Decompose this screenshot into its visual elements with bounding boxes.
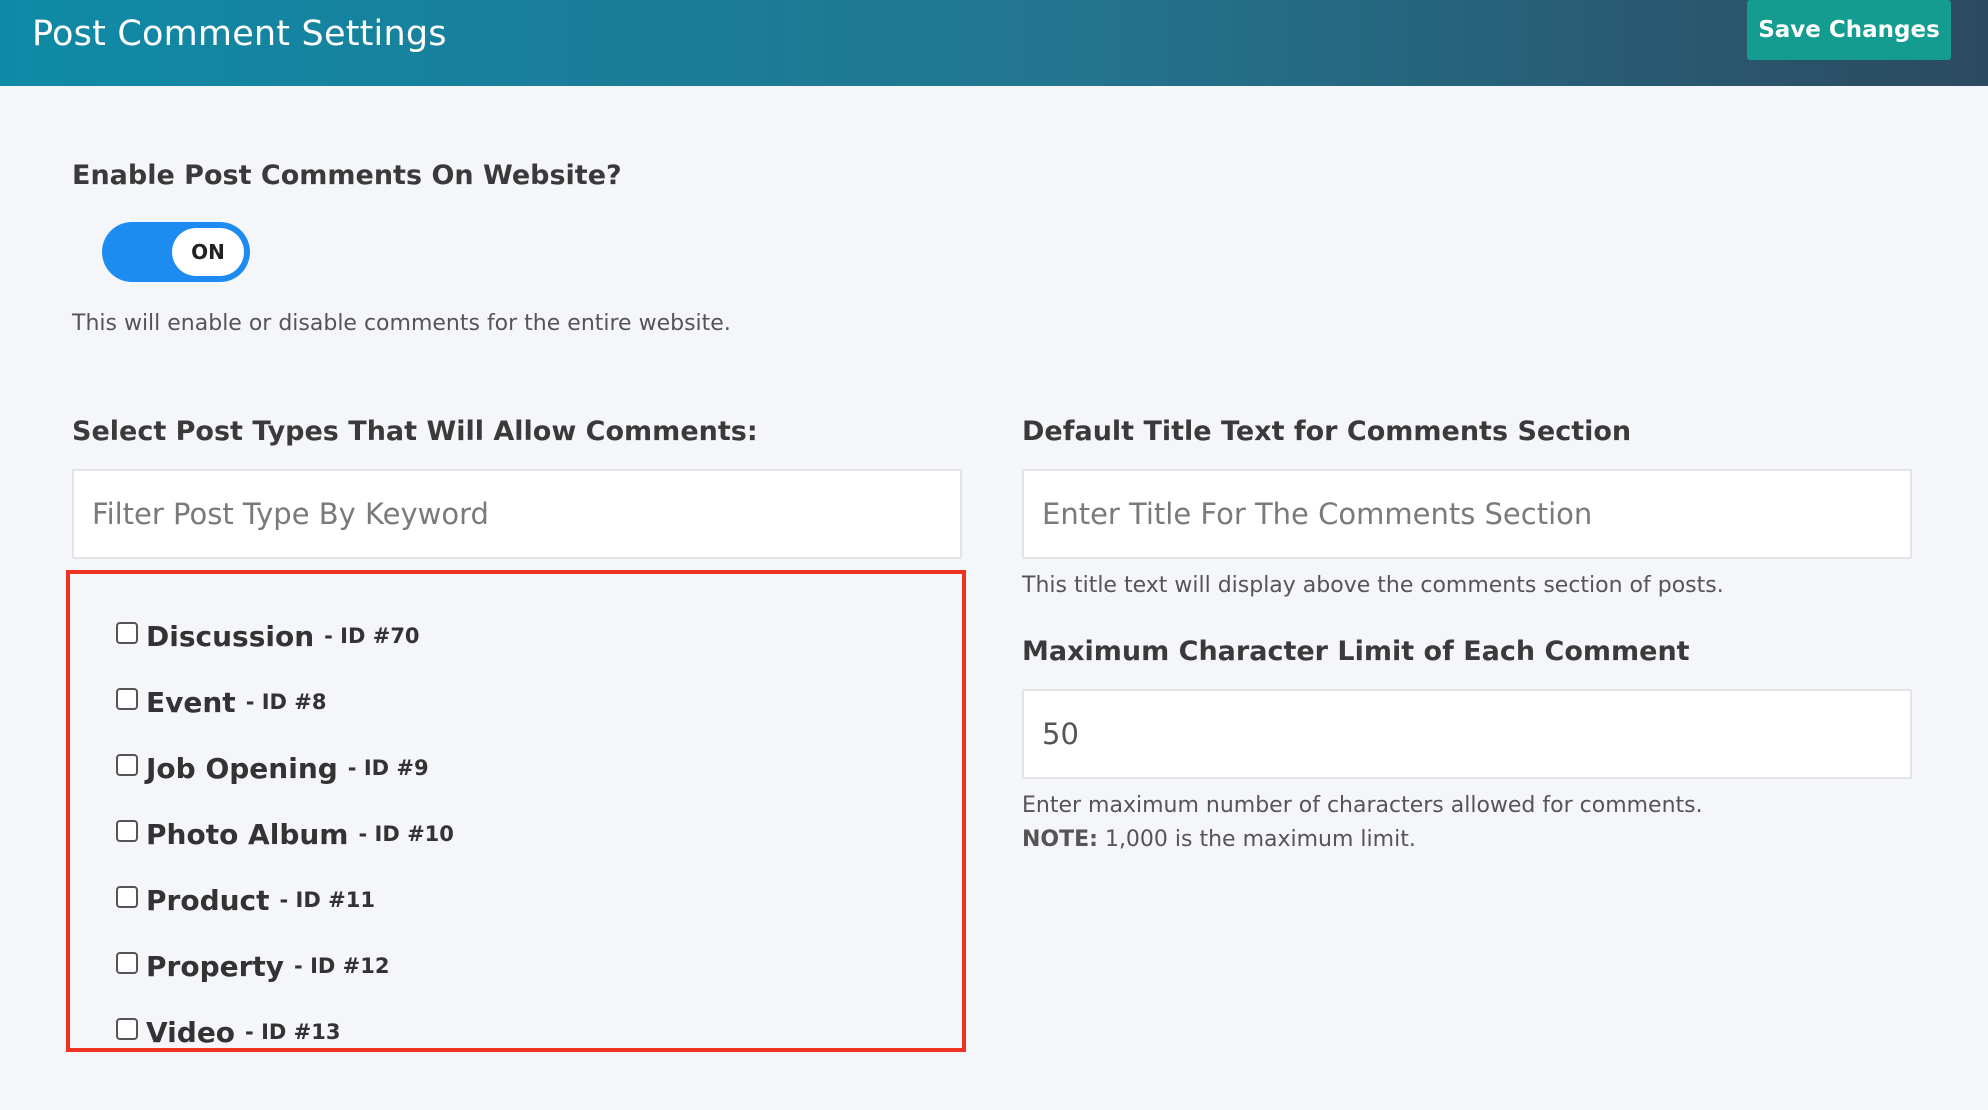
page-header: Post Comment Settings Save Changes <box>0 0 1988 86</box>
title-text-label: Default Title Text for Comments Section <box>1022 416 1632 447</box>
post-type-id: - ID #10 <box>358 822 454 846</box>
title-text-help: This title text will display above the c… <box>1022 573 1724 598</box>
enable-comments-toggle[interactable]: ON <box>102 222 250 282</box>
comments-title-input[interactable] <box>1022 469 1912 559</box>
checkbox[interactable] <box>116 622 138 644</box>
post-types-label: Select Post Types That Will Allow Commen… <box>72 416 758 447</box>
post-type-name: Video <box>146 1015 236 1049</box>
post-types-list: Discussion - ID #70 Event - ID #8 Job Op… <box>66 570 966 1052</box>
checkbox[interactable] <box>116 952 138 974</box>
post-type-name: Event <box>146 685 236 719</box>
checkbox[interactable] <box>116 688 138 710</box>
post-type-item-property[interactable]: Property - ID #12 <box>116 946 389 986</box>
post-type-item-photo-album[interactable]: Photo Album - ID #10 <box>116 814 454 854</box>
post-type-id: - ID #70 <box>324 624 420 648</box>
toggle-state-label: ON <box>172 228 244 276</box>
post-type-item-job-opening[interactable]: Job Opening - ID #9 <box>116 748 429 788</box>
enable-comments-help: This will enable or disable comments for… <box>72 311 731 336</box>
page-title: Post Comment Settings <box>32 14 447 54</box>
char-limit-help: Enter maximum number of characters allow… <box>1022 793 1703 818</box>
checkbox[interactable] <box>116 754 138 776</box>
post-type-name: Job Opening <box>146 751 338 785</box>
post-type-name: Product <box>146 883 270 917</box>
post-type-item-discussion[interactable]: Discussion - ID #70 <box>116 616 420 656</box>
checkbox[interactable] <box>116 886 138 908</box>
enable-comments-label: Enable Post Comments On Website? <box>72 160 622 191</box>
char-limit-note: NOTE: 1,000 is the maximum limit. <box>1022 827 1416 852</box>
post-type-name: Property <box>146 949 285 983</box>
char-limit-label: Maximum Character Limit of Each Comment <box>1022 636 1690 667</box>
post-type-id: - ID #11 <box>279 888 375 912</box>
post-type-item-video[interactable]: Video - ID #13 <box>116 1012 341 1049</box>
filter-post-type-input[interactable] <box>72 469 962 559</box>
post-type-id: - ID #12 <box>294 954 390 978</box>
char-limit-input[interactable] <box>1022 689 1912 779</box>
post-type-item-product[interactable]: Product - ID #11 <box>116 880 375 920</box>
save-changes-button[interactable]: Save Changes <box>1747 0 1951 60</box>
note-label: NOTE: <box>1022 827 1098 852</box>
post-type-id: - ID #9 <box>347 756 429 780</box>
post-type-name: Photo Album <box>146 817 349 851</box>
post-type-id: - ID #8 <box>245 690 327 714</box>
checkbox[interactable] <box>116 1018 138 1040</box>
note-text: 1,000 is the maximum limit. <box>1097 827 1416 852</box>
post-type-name: Discussion <box>146 619 315 653</box>
post-type-item-event[interactable]: Event - ID #8 <box>116 682 326 722</box>
post-type-id: - ID #13 <box>245 1020 341 1044</box>
checkbox[interactable] <box>116 820 138 842</box>
